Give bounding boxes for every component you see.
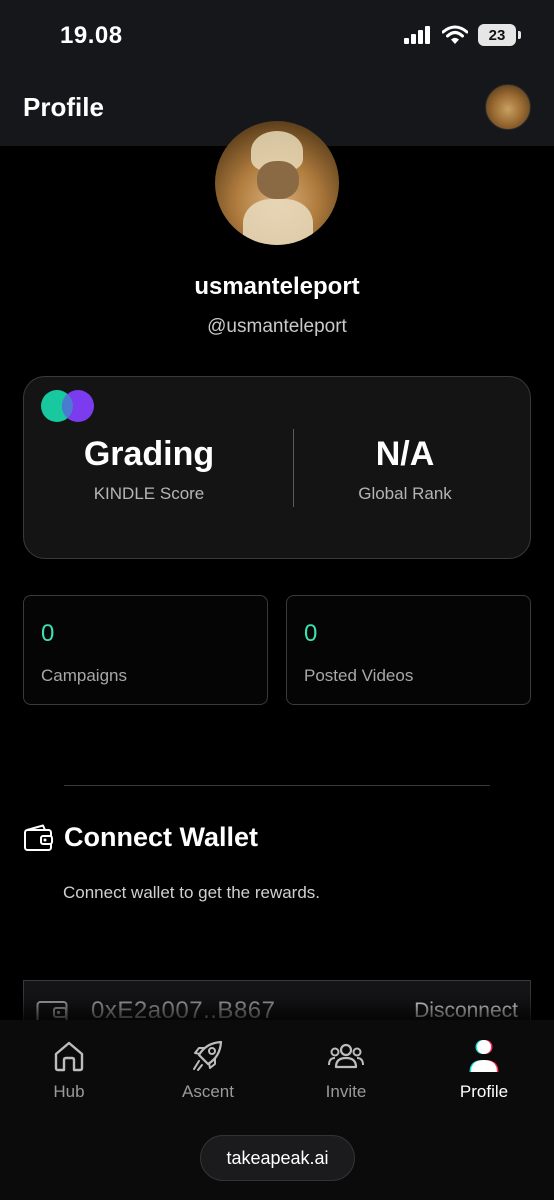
campaigns-label: Campaigns bbox=[41, 666, 127, 685]
status-bar: 19.08 23 bbox=[0, 0, 554, 74]
users-icon bbox=[328, 1043, 364, 1069]
profile-icon bbox=[469, 1040, 499, 1072]
browser-url-pill[interactable]: takeapeak.ai bbox=[200, 1135, 355, 1181]
kindle-score: Grading KINDLE Score bbox=[24, 435, 274, 504]
nav-item-invite[interactable]: Invite bbox=[286, 1036, 406, 1102]
nav-label-profile: Profile bbox=[459, 1082, 509, 1101]
page-title: Profile bbox=[23, 92, 104, 122]
section-divider bbox=[64, 785, 490, 786]
battery-level: 23 bbox=[488, 26, 506, 44]
connect-wallet-subtitle: Connect wallet to get the rewards. bbox=[63, 883, 321, 902]
kindle-score-value: Grading bbox=[83, 435, 215, 473]
connect-wallet-title: Connect Wallet bbox=[64, 822, 259, 852]
nav-label-ascent: Ascent bbox=[182, 1082, 234, 1101]
user-handle: @usmanteleport bbox=[207, 316, 347, 337]
kindle-logo-icon bbox=[41, 390, 95, 422]
campaigns-count: 0 bbox=[41, 620, 55, 647]
connect-wallet-heading: Connect Wallet bbox=[23, 822, 258, 853]
status-icons: 23 bbox=[404, 24, 521, 46]
nav-label-hub: Hub bbox=[53, 1082, 85, 1101]
status-time: 19.08 bbox=[60, 22, 123, 49]
signal-icon bbox=[404, 26, 430, 44]
nav-label-invite: Invite bbox=[325, 1082, 367, 1101]
nav-item-profile[interactable]: Profile bbox=[424, 1036, 544, 1102]
posted-videos-stat: 0 Posted Videos bbox=[286, 595, 531, 705]
wallet-icon bbox=[24, 824, 53, 851]
kindle-score-label: KINDLE Score bbox=[93, 484, 205, 503]
header-avatar[interactable] bbox=[485, 84, 531, 130]
username: usmanteleport bbox=[194, 273, 360, 300]
global-rank: N/A Global Rank bbox=[280, 435, 530, 504]
nav-item-hub[interactable]: Hub bbox=[9, 1036, 129, 1102]
battery-icon: 23 bbox=[478, 24, 521, 46]
posted-videos-count: 0 bbox=[304, 620, 318, 647]
global-rank-value: N/A bbox=[375, 435, 435, 473]
score-card: Grading KINDLE Score N/A Global Rank bbox=[23, 376, 531, 559]
profile-avatar bbox=[215, 121, 339, 245]
wifi-icon bbox=[442, 25, 468, 44]
posted-videos-label: Posted Videos bbox=[304, 666, 414, 685]
campaigns-stat: 0 Campaigns bbox=[23, 595, 268, 705]
global-rank-label: Global Rank bbox=[358, 484, 452, 503]
home-icon bbox=[54, 1041, 84, 1072]
rocket-icon bbox=[193, 1040, 223, 1071]
nav-item-ascent[interactable]: Ascent bbox=[148, 1036, 268, 1102]
